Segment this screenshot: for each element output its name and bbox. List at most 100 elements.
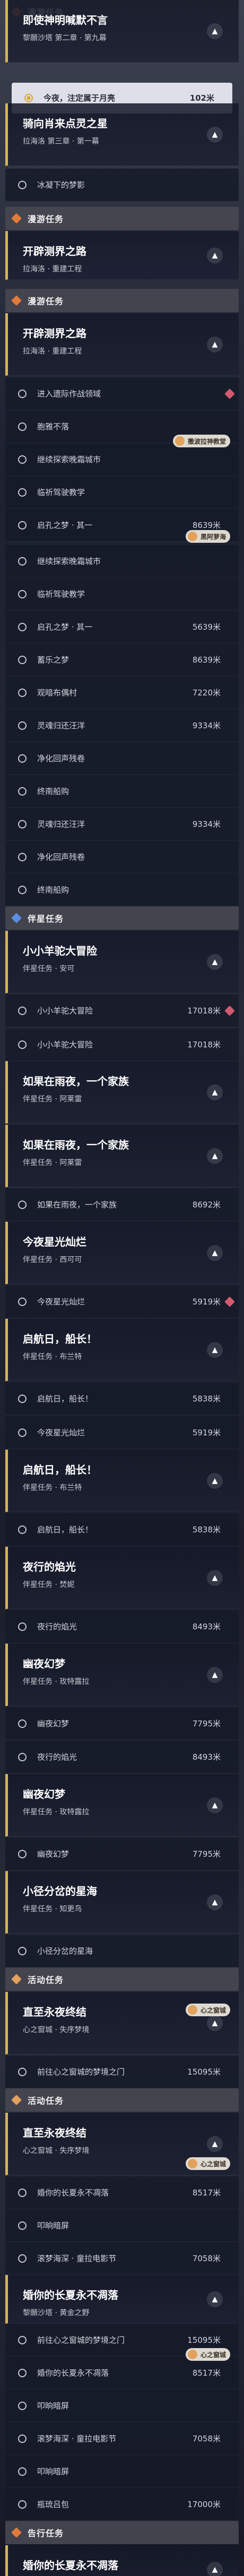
step-distance: 8692米 (192, 1200, 221, 1210)
quest-category-header[interactable]: 活动任务 (5, 1968, 239, 1991)
chevron-up-icon[interactable]: ▲ (207, 2015, 223, 2031)
step-label: 叩晌暗屏 (37, 2221, 69, 2230)
step-label: 前往心之窗城的梦境之门 (37, 2067, 125, 2077)
chevron-up-icon[interactable]: ▲ (207, 1245, 223, 1261)
step-status-ring-icon (18, 422, 27, 431)
quest-card[interactable]: 小径分岔的星海 伴星任务 · 知更鸟 ▲ (5, 1871, 239, 1934)
quest-card[interactable]: 幽夜幻梦 伴星任务 · 玫特露拉 ▲ (5, 1774, 239, 1837)
map-location-tag[interactable]: 心之窗城 (185, 2348, 230, 2361)
quest-card[interactable]: 骑向肖来点灵之星 拉海洛 第三章 · 第一幕 ▲ (5, 103, 239, 166)
quest-step[interactable]: 叩晌暗屏 (5, 2389, 239, 2422)
quest-step[interactable]: 幽夜幻梦 7795米 (5, 1707, 239, 1740)
quest-step[interactable]: 夜行的焰光 8493米 (5, 1610, 239, 1643)
quest-step[interactable]: 婚你的长夏永不凋落 8517米 (5, 2176, 239, 2209)
quest-step[interactable]: 灵魂归还汪洋 9334米 (5, 808, 239, 841)
quest-step[interactable]: 临祈驾驶教学 (5, 476, 239, 509)
quest-category-header[interactable]: 活动任务 (5, 2088, 239, 2112)
quest-card[interactable]: 直至永夜终结 心之窗城 · 失序梦境 ▲ (5, 1992, 239, 2054)
quest-category-header[interactable]: 告行任务 (5, 2521, 239, 2544)
quest-step[interactable]: 观暗布偶村 7220米 (5, 676, 239, 709)
quest-step[interactable]: 瓶琉吕包 17000米 (5, 2488, 239, 2521)
chevron-up-icon[interactable]: ▲ (207, 1084, 223, 1100)
step-label: 幽夜幻梦 (37, 1849, 69, 1859)
quest-card[interactable]: 婚你的长夏永不凋落黎願沙塔 · 黄金之野▲ (5, 2275, 239, 2324)
quest-step[interactable]: 净化回声残卷 (5, 742, 239, 775)
quest-step[interactable]: 继续探索晚霜城市 (5, 545, 239, 578)
quest-subtitle: 伴星任务 · 玫特露拉 (23, 1808, 90, 1816)
category-diamond-icon (11, 295, 22, 306)
step-status-ring-icon (18, 1040, 27, 1049)
quest-step[interactable]: 滚梦海深 · 童拉电影节 7058米 (5, 2422, 239, 2455)
quest-card[interactable]: 幽夜幻梦 伴星任务 · 玫特露拉 ▲ (5, 1644, 239, 1706)
chevron-up-icon[interactable]: ▲ (207, 2291, 223, 2307)
quest-card[interactable]: 婚你的长夏永不凋落黎願沙塔 · 黄金之野▲ (5, 2545, 239, 2576)
quest-step[interactable]: 今夜星光灿烂 5919米 (5, 1416, 239, 1449)
chevron-up-icon[interactable]: ▲ (207, 336, 223, 352)
quest-step[interactable]: 小小羊驼大冒险 17018米 (5, 994, 239, 1027)
chevron-up-icon[interactable]: ▲ (207, 247, 223, 263)
quest-step[interactable]: 小径分岔的星海 (5, 1935, 239, 1968)
quest-step[interactable]: 终南船购 (5, 775, 239, 808)
chevron-up-icon[interactable]: ▲ (207, 126, 223, 143)
chevron-up-icon[interactable]: ▲ (207, 1894, 223, 1910)
quest-row: 小小羊驼大冒险 伴星任务 · 安可 ▲ (0, 931, 244, 993)
quest-card[interactable]: 如果在雨夜，一个家族 伴星任务 · 阿莱雷 ▲ (5, 1125, 239, 1187)
quest-step[interactable]: 启航日，船长！ 5838米 (5, 1382, 239, 1415)
quest-card[interactable]: 即使神明喊默不言 黎願沙塔 第二章 · 第九幕 ▲ (5, 0, 239, 63)
quest-step[interactable]: 启孔之梦 · 其一 5639米 (5, 611, 239, 643)
quest-step[interactable]: 今夜星光灿烂 5919米 (5, 1285, 239, 1318)
quest-step[interactable]: 启航日，船长！ 5838米 (5, 1513, 239, 1546)
map-location-tag[interactable]: 撒波拉神教堂 (172, 435, 230, 447)
quest-card[interactable]: 今夜星光灿烂 伴星任务 · 西可可 ▲ (5, 1222, 239, 1284)
quest-step[interactable]: 蓄乐之梦 8639米 (5, 643, 239, 676)
quest-step[interactable]: 继续探索晚霜城市 (5, 443, 239, 476)
quest-card[interactable]: 夜行的焰光 伴星任务 · 焚妮 ▲ (5, 1547, 239, 1609)
map-location-tag[interactable]: 心之窗城 (185, 2004, 230, 2016)
quest-step[interactable]: 叩晌暗屏 (5, 2209, 239, 2242)
chevron-up-icon[interactable]: ▲ (207, 1666, 223, 1683)
quest-step[interactable]: 终南船购 (5, 874, 239, 906)
quest-step[interactable]: 冰凝下的梦影 (5, 169, 239, 201)
chevron-up-icon[interactable]: ▲ (207, 2136, 223, 2152)
quest-title: 幽夜幻梦 (23, 1657, 65, 1670)
quest-step[interactable]: 进入遗际作战领域 (5, 377, 239, 410)
quest-card[interactable]: 启航日，船长！ 伴星任务 · 布兰特 ▲ (5, 1450, 239, 1512)
quest-subtitle: 伴星任务 · 安可 (23, 965, 75, 973)
chevron-up-icon[interactable]: ▲ (207, 23, 223, 39)
chevron-up-icon[interactable]: ▲ (207, 1797, 223, 1813)
quest-card[interactable]: 启航日，船长！ 伴星任务 · 布兰特 ▲ (5, 1319, 239, 1381)
quest-step[interactable]: 如果在雨夜，一个家族 8692米 (5, 1188, 239, 1221)
quest-card[interactable]: 小小羊驼大冒险 伴星任务 · 安可 ▲ (5, 931, 239, 993)
quest-step[interactable]: 夜行的焰光 8493米 (5, 1741, 239, 1774)
quest-step[interactable]: 婚你的长夏永不凋落 8517米 (5, 2357, 239, 2389)
quest-step[interactable]: 临祈驾驶教学 (5, 578, 239, 611)
quest-step[interactable]: 前往心之窗城的梦境之门 15095米 (5, 2055, 239, 2088)
quest-card[interactable]: 开辟测界之路 拉海洛 · 重建工程 ▲ (5, 313, 239, 376)
quest-card[interactable]: 如果在雨夜，一个家族 伴星任务 · 阿莱雷 ▲ (5, 1061, 239, 1124)
quest-step[interactable]: 净化回声残卷 (5, 841, 239, 874)
location-pin-icon[interactable] (224, 1005, 235, 1016)
chevron-up-icon[interactable]: ▲ (207, 1148, 223, 1164)
quest-row: 婚你的长夏永不凋落黎願沙塔 · 黄金之野 ▲ (0, 2275, 244, 2324)
quest-card[interactable]: 开辟测界之路 拉海洛 · 重建工程 ▲ (5, 231, 239, 280)
quest-category-header[interactable]: 漫游任务 (5, 207, 239, 230)
chevron-up-icon[interactable]: ▲ (207, 1472, 223, 1489)
map-location-tag[interactable]: 心之窗城 (185, 2157, 230, 2170)
quest-step[interactable]: 幽夜幻梦 7795米 (5, 1838, 239, 1871)
chevron-up-icon[interactable]: ▲ (207, 1569, 223, 1586)
chevron-up-icon[interactable]: ▲ (207, 1342, 223, 1358)
step-row: 如果在雨夜，一个家族 8692米 (0, 1188, 244, 1221)
quest-step[interactable]: 滚梦海深 · 童拉电影节 7058米 (5, 2242, 239, 2275)
location-pin-icon[interactable] (224, 388, 235, 399)
location-pin-icon[interactable] (224, 1296, 235, 1307)
step-status-ring-icon (18, 819, 27, 828)
map-location-tag[interactable]: 黑阿萝海 (185, 530, 230, 543)
quest-step[interactable]: 灵魂归还汪洋 9334米 (5, 709, 239, 742)
step-row: 冰凝下的梦影 (0, 169, 244, 201)
chevron-up-icon[interactable]: ▲ (207, 954, 223, 970)
chevron-up-icon[interactable]: ▲ (207, 2561, 223, 2576)
quest-step[interactable]: 叩晌暗屏 (5, 2455, 239, 2488)
quest-step[interactable]: 小小羊驼大冒险 17018米 (5, 1028, 239, 1061)
quest-category-header[interactable]: 伴星任务 (5, 906, 239, 930)
quest-category-header[interactable]: 漫游任务 (5, 289, 239, 312)
